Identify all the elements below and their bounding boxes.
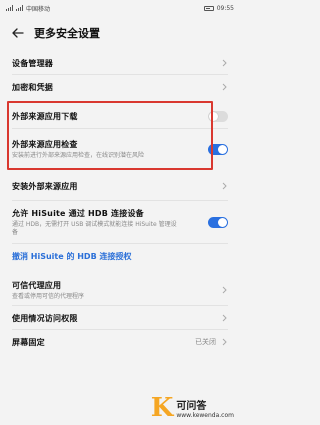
hisuite-hdb-toggle[interactable]	[208, 216, 228, 228]
signal-icon	[6, 5, 13, 11]
row-device-admin[interactable]: 设备管理器	[0, 52, 240, 74]
toggle-knob	[209, 111, 218, 121]
row-encryption[interactable]: 加密和凭据	[0, 76, 240, 98]
watermark-title: 可问答	[176, 401, 207, 412]
page-header: 更多安全设置	[0, 16, 240, 50]
toggle-knob	[218, 144, 227, 154]
row-title: 可信代理应用	[12, 280, 62, 290]
watermark-url: www.kewenda.com	[176, 412, 234, 419]
row-desc: 查看或停用可信的代理程序	[12, 292, 85, 300]
page-title: 更多安全设置	[34, 27, 100, 40]
row-desc: 安装前进行外部来源应用检查，在线识别潜在风险	[12, 151, 145, 159]
row-hisuite-hdb[interactable]: 允许 HiSuite 通过 HDB 连接设备 通过 HDB，无需打开 USB 调…	[0, 204, 240, 240]
chevron-right-icon	[220, 82, 228, 92]
row-title: 加密和凭据	[12, 82, 53, 92]
row-title: 外部来源应用检查	[12, 139, 78, 149]
row-usage-access[interactable]: 使用情况访问权限	[0, 307, 240, 329]
external-check-toggle[interactable]	[208, 143, 228, 155]
clock-text: 09:55	[216, 4, 234, 12]
row-external-check[interactable]: 外部来源应用检查 安装前进行外部来源应用检查，在线识别潜在风险	[0, 131, 240, 167]
divider	[12, 243, 228, 244]
screen-pin-status: 已关闭	[195, 338, 216, 346]
row-title: 允许 HiSuite 通过 HDB 连接设备	[12, 208, 144, 218]
back-arrow-icon[interactable]	[10, 25, 26, 41]
row-title: 屏幕固定	[12, 337, 45, 347]
chevron-right-icon	[220, 58, 228, 68]
chevron-right-icon	[220, 313, 228, 323]
divider	[12, 329, 228, 330]
status-left: 中国移动	[6, 4, 50, 13]
status-bar: 中国移动 09:55	[0, 0, 240, 16]
divider	[12, 200, 228, 201]
battery-icon	[203, 5, 214, 11]
chevron-right-icon	[220, 285, 228, 295]
row-text: 可信代理应用 查看或停用可信的代理程序	[12, 280, 84, 301]
watermark-k-icon: K	[150, 393, 174, 423]
row-trusted-proxy[interactable]: 可信代理应用 查看或停用可信的代理程序	[0, 275, 240, 305]
watermark-text: 可问答 www.kewenda.com	[176, 397, 234, 419]
toggle-knob	[218, 217, 227, 227]
row-desc: 通过 HDB，无需打开 USB 调试模式就能连接 HiSuite 管理设备	[12, 220, 177, 236]
row-text: 外部来源应用检查 安装前进行外部来源应用检查，在线识别潜在风险	[12, 139, 144, 160]
row-text: 允许 HiSuite 通过 HDB 连接设备 通过 HDB，无需打开 USB 调…	[12, 208, 182, 237]
divider	[12, 74, 228, 75]
screen-pin-value: 已关闭	[195, 337, 228, 347]
signal-icon-2	[16, 5, 23, 11]
row-external-download[interactable]: 外部来源应用下载	[0, 105, 240, 127]
divider	[12, 128, 228, 129]
row-screen-pin[interactable]: 屏幕固定 已关闭	[0, 331, 240, 353]
divider	[12, 305, 228, 306]
row-title: 使用情况访问权限	[12, 313, 78, 323]
row-revoke-hdb[interactable]: 撤消 HiSuite 的 HDB 连接授权	[0, 245, 240, 267]
carrier-text: 中国移动	[26, 5, 51, 13]
chevron-right-icon	[220, 337, 228, 347]
chevron-right-icon	[220, 181, 228, 191]
row-title: 设备管理器	[12, 58, 53, 68]
row-title: 外部来源应用下载	[12, 111, 78, 121]
row-install-external[interactable]: 安装外部来源应用	[0, 175, 240, 197]
revoke-hdb-link[interactable]: 撤消 HiSuite 的 HDB 连接授权	[12, 251, 131, 262]
row-title: 安装外部来源应用	[12, 181, 78, 191]
watermark-logo: K 可问答 www.kewenda.com	[150, 393, 234, 423]
external-download-toggle[interactable]	[208, 110, 228, 122]
status-right: 09:55	[203, 4, 234, 12]
